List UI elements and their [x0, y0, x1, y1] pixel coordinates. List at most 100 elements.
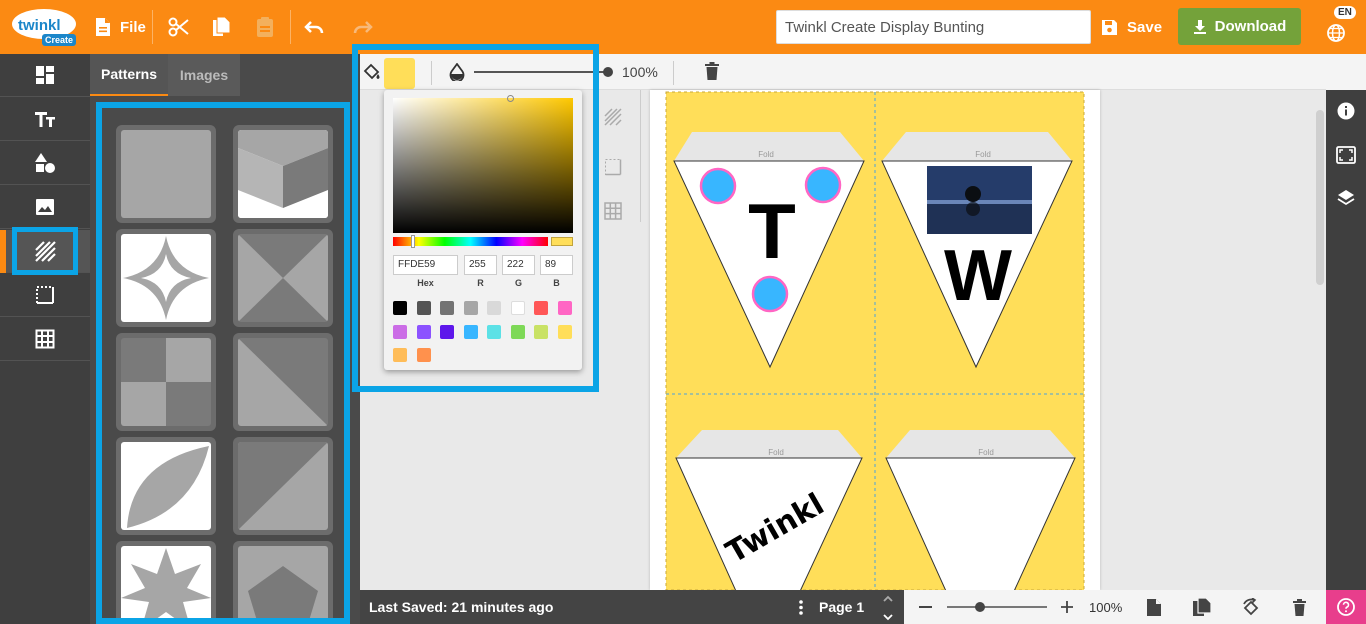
opacity-slider-handle[interactable] — [603, 67, 613, 77]
pattern-tile-checker[interactable] — [116, 333, 216, 431]
sidebar-item-shapes[interactable] — [0, 142, 90, 185]
color-swatch[interactable] — [557, 301, 572, 315]
add-page-icon[interactable] — [1146, 598, 1162, 617]
cut-button[interactable] — [168, 0, 190, 54]
fold-label: Fold — [758, 150, 774, 159]
hex-input[interactable]: FFDE59 — [393, 255, 458, 275]
file-menu-button[interactable]: File — [94, 0, 146, 54]
color-swatch[interactable] — [440, 324, 454, 339]
color-swatch[interactable] — [416, 324, 431, 339]
download-button[interactable]: Download — [1178, 8, 1301, 45]
fit-screen-icon[interactable] — [1336, 146, 1356, 164]
more-vertical-icon[interactable] — [799, 600, 803, 615]
layers-icon[interactable] — [1336, 188, 1356, 208]
color-swatch[interactable] — [534, 301, 548, 315]
color-swatch[interactable] — [534, 324, 548, 339]
color-swatch[interactable] — [416, 348, 431, 362]
pattern-tile-star[interactable] — [116, 229, 216, 327]
tab-patterns[interactable]: Patterns — [90, 54, 168, 96]
night-sky-image[interactable] — [927, 166, 1032, 234]
border-icon — [36, 286, 54, 304]
save-label: Save — [1127, 18, 1163, 36]
scissors-icon — [168, 17, 189, 37]
sidebar-item-templates[interactable] — [0, 54, 90, 97]
canvas-scrollbar[interactable] — [1316, 110, 1324, 285]
clipboard-icon — [257, 17, 273, 37]
border-icon[interactable] — [604, 158, 622, 176]
hue-slider-handle[interactable] — [411, 235, 415, 248]
active-indicator — [0, 230, 6, 273]
pattern-tile-leaf[interactable] — [116, 437, 216, 535]
document-title-input[interactable] — [776, 10, 1091, 44]
undo-icon — [304, 21, 324, 34]
r-label: R — [477, 278, 484, 288]
pattern-tile-pentagon[interactable] — [233, 541, 333, 618]
color-swatch[interactable] — [393, 348, 407, 362]
grid-icon — [35, 329, 55, 349]
page-stepper-icon[interactable] — [882, 593, 894, 623]
duplicate-page-icon[interactable] — [1192, 597, 1212, 617]
hue-slider[interactable] — [393, 237, 548, 246]
shapes-icon — [35, 153, 55, 173]
color-swatch[interactable] — [416, 301, 431, 315]
pattern-tile-diagonal-split[interactable] — [233, 437, 333, 535]
help-icon — [1337, 598, 1355, 616]
highlight-box-patterns-tool — [12, 227, 78, 275]
zoom-slider-handle[interactable] — [975, 602, 985, 612]
saturation-handle[interactable] — [507, 95, 514, 102]
top-bar: twinkl Create File Save Download EN — [0, 0, 1366, 54]
copy-button[interactable] — [211, 0, 231, 54]
save-icon — [1102, 19, 1117, 35]
current-color-preview — [551, 237, 573, 246]
color-swatch[interactable] — [393, 324, 407, 339]
sidebar-item-grid[interactable] — [0, 318, 90, 361]
sidebar-item-border[interactable] — [0, 274, 90, 317]
image-icon — [36, 199, 54, 215]
tool-sidebar — [0, 54, 90, 624]
saturation-area[interactable] — [393, 98, 573, 233]
grid-icon[interactable] — [604, 202, 622, 220]
plus-icon[interactable] — [1060, 600, 1074, 614]
rotate-page-icon[interactable] — [1241, 598, 1261, 617]
color-swatch[interactable] — [487, 301, 501, 315]
tab-images[interactable]: Images — [168, 54, 240, 96]
pattern-tile-starburst[interactable] — [116, 541, 216, 618]
color-swatch[interactable] — [463, 301, 478, 315]
sidebar-item-images[interactable] — [0, 186, 90, 229]
color-swatch[interactable] — [393, 301, 407, 315]
pattern-tile-hourglass[interactable] — [233, 229, 333, 327]
b-label: B — [553, 278, 560, 288]
color-swatch[interactable] — [487, 324, 501, 339]
trash-icon[interactable] — [705, 62, 719, 80]
save-button[interactable]: Save — [1101, 0, 1162, 54]
color-swatch[interactable] — [440, 301, 454, 315]
color-swatch[interactable] — [557, 324, 572, 339]
bunting-page: Fold T Fold W Fold Twinkl Fold — [650, 90, 1100, 601]
undo-button[interactable] — [303, 0, 325, 54]
twinkl-logo[interactable]: twinkl Create — [10, 6, 80, 48]
download-icon — [1193, 19, 1206, 34]
sidebar-item-text[interactable] — [0, 98, 90, 141]
color-swatch[interactable] — [463, 324, 478, 339]
zoom-value: 100% — [1089, 600, 1123, 615]
help-button[interactable] — [1326, 590, 1366, 624]
color-picker-popup: FFDE59 255 222 89 Hex R G B — [384, 90, 582, 370]
right-rail — [1326, 90, 1366, 624]
color-swatch[interactable] — [510, 301, 525, 315]
pattern-tile-cube[interactable] — [233, 125, 333, 223]
delete-page-icon[interactable] — [1293, 599, 1306, 616]
pattern-tile-plain[interactable] — [116, 125, 216, 223]
r-input[interactable]: 255 — [464, 255, 497, 275]
fold-label: Fold — [978, 448, 994, 457]
pattern-tile-diagonal-dark[interactable] — [233, 333, 333, 431]
zoom-slider[interactable] — [947, 606, 1047, 608]
g-input[interactable]: 222 — [502, 255, 535, 275]
pattern-icon[interactable] — [604, 108, 622, 126]
zoom-out-button[interactable] — [919, 606, 932, 608]
svg-text:Create: Create — [45, 35, 73, 45]
b-input[interactable]: 89 — [540, 255, 573, 275]
info-icon[interactable] — [1337, 102, 1355, 120]
page-indicator[interactable]: Page 1 — [819, 599, 864, 615]
color-swatch[interactable] — [510, 324, 525, 339]
paste-button[interactable] — [255, 0, 275, 54]
